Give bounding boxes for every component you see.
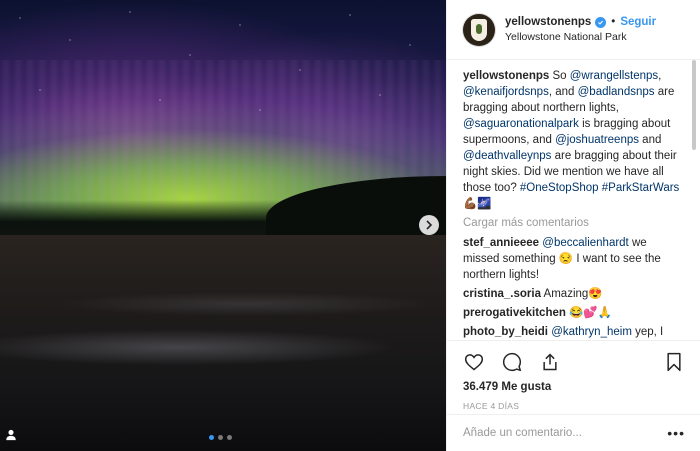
carousel-dot bbox=[209, 435, 214, 440]
post-side-panel: yellowstonenps • Seguir Yellowstone Nati… bbox=[446, 0, 700, 451]
share-button[interactable] bbox=[539, 351, 561, 373]
location-link[interactable]: Yellowstone National Park bbox=[505, 31, 656, 43]
carousel-dot bbox=[218, 435, 223, 440]
verified-badge-icon bbox=[595, 16, 607, 28]
carousel-next-button[interactable] bbox=[419, 215, 439, 235]
comment-username[interactable]: photo_by_heidi bbox=[463, 326, 548, 338]
comment-text: and bbox=[638, 134, 662, 146]
mention-link[interactable]: #OneStopShop bbox=[520, 182, 599, 194]
bookmark-icon bbox=[667, 352, 681, 372]
add-comment-bar: ••• bbox=[447, 414, 700, 451]
more-options-icon[interactable]: ••• bbox=[667, 425, 685, 441]
comment-username[interactable]: stef_annieeee bbox=[463, 237, 539, 249]
comments-section[interactable]: yellowstonenps So @wrangellstenps, @kena… bbox=[447, 60, 700, 339]
comment-input[interactable] bbox=[463, 427, 668, 439]
mention-link[interactable]: @deathvalleynps bbox=[463, 150, 551, 162]
mention-link[interactable]: @beccalienhardt bbox=[542, 237, 628, 249]
follow-button[interactable]: Seguir bbox=[620, 16, 656, 28]
comment-username[interactable]: prerogativekitchen bbox=[463, 307, 566, 319]
mention-link[interactable]: @kathryn_heim bbox=[551, 326, 632, 338]
mention-link[interactable]: @kenaifjordsnps bbox=[463, 86, 549, 98]
nps-arrowhead-logo bbox=[471, 18, 487, 41]
comment-item: prerogativekitchen 😂💕🙏 bbox=[463, 305, 684, 321]
comment-text: Amazing😍 bbox=[543, 288, 603, 300]
likes-count[interactable]: 36.479 Me gusta bbox=[463, 381, 685, 393]
mention-link[interactable]: @joshuatreenps bbox=[555, 134, 639, 146]
mention-link[interactable]: #ParkStarWars bbox=[602, 182, 680, 194]
comment-button[interactable] bbox=[501, 351, 523, 373]
avatar[interactable] bbox=[463, 13, 495, 46]
comment-text: , bbox=[658, 70, 662, 82]
post-photo[interactable] bbox=[0, 0, 446, 451]
comment-item: photo_by_heidi @kathryn_heim yep, I have… bbox=[463, 324, 684, 339]
like-button[interactable] bbox=[463, 351, 485, 373]
comment-text: So bbox=[552, 70, 570, 82]
save-button[interactable] bbox=[663, 351, 685, 373]
post-header: yellowstonenps • Seguir Yellowstone Nati… bbox=[447, 0, 700, 60]
carousel-dots bbox=[209, 435, 232, 440]
comment-item: cristina_.soria Amazing😍 bbox=[463, 286, 684, 302]
comment-username[interactable]: cristina_.soria bbox=[463, 288, 541, 300]
post-actions: 36.479 Me gusta HACE 4 DÍAS bbox=[447, 340, 700, 411]
caption-text: So @wrangellstenps, @kenaifjordsnps, and… bbox=[463, 70, 679, 210]
carousel-dot bbox=[227, 435, 232, 440]
mention-link[interactable]: @wrangellstenps bbox=[570, 70, 658, 82]
user-tag-icon bbox=[6, 429, 16, 441]
caption: yellowstonenps So @wrangellstenps, @kena… bbox=[463, 68, 684, 212]
header-username[interactable]: yellowstonenps bbox=[505, 16, 591, 28]
comment-text: , and bbox=[548, 86, 578, 98]
comment-icon bbox=[502, 352, 522, 372]
photo-ground bbox=[0, 235, 446, 451]
chevron-right-icon bbox=[426, 220, 433, 230]
caption-username[interactable]: yellowstonenps bbox=[463, 70, 549, 82]
comment-text: 😂💕🙏 bbox=[569, 307, 613, 319]
heart-icon bbox=[464, 354, 484, 371]
comment-item: stef_annieeee @beccalienhardt we missed … bbox=[463, 235, 684, 283]
comment-list: stef_annieeee @beccalienhardt we missed … bbox=[463, 235, 684, 339]
comments-scrollbar[interactable] bbox=[692, 60, 696, 150]
load-more-comments-button[interactable]: Cargar más comentarios bbox=[463, 217, 684, 229]
share-icon bbox=[543, 353, 557, 371]
mention-link[interactable]: @badlandsnps bbox=[578, 86, 655, 98]
user-tag-button[interactable] bbox=[4, 428, 18, 442]
header-separator: • bbox=[611, 16, 616, 28]
mention-link[interactable]: @saguaronationalpark bbox=[463, 118, 579, 130]
post-timestamp[interactable]: HACE 4 DÍAS bbox=[463, 401, 685, 411]
comment-text: 💪🏾🌌 bbox=[463, 198, 492, 210]
